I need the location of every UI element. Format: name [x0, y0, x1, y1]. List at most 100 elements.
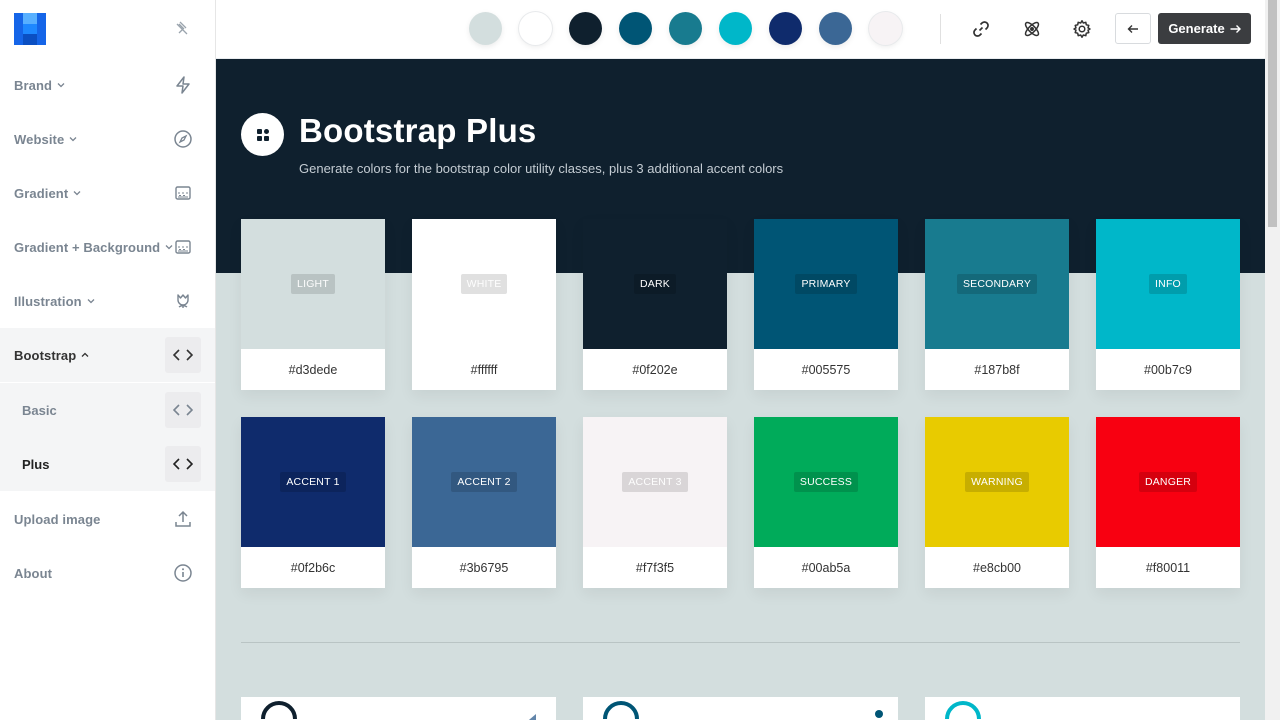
compass-icon: [172, 128, 194, 150]
upload-icon: [172, 508, 194, 530]
color-hex-value: #f7f3f5: [635, 560, 675, 575]
toolbar-divider: [940, 14, 941, 44]
color-card[interactable]: SECONDARY #187b8f: [925, 219, 1069, 390]
color-card[interactable]: DANGER #f80011: [1096, 417, 1240, 588]
color-name-badge: INFO: [1149, 274, 1187, 294]
color-hex-value: #00b7c9: [1144, 362, 1192, 377]
color-card[interactable]: ACCENT 1 #0f2b6c: [241, 417, 385, 588]
back-button[interactable]: [1115, 13, 1151, 44]
color-hex-value: #3b6795: [459, 560, 509, 575]
sidebar-item-upload-image[interactable]: Upload image: [0, 492, 215, 546]
preview-card[interactable]: [583, 697, 898, 720]
pin-icon[interactable]: [175, 20, 191, 36]
sidebar-item-label: Upload image: [14, 511, 101, 527]
color-swatch: ACCENT 2: [412, 417, 556, 547]
palette-dot[interactable]: [869, 12, 902, 45]
chevron-down-icon: [57, 83, 65, 88]
sidebar-item-label: Website: [14, 131, 65, 147]
color-hex-value: #005575: [801, 362, 851, 377]
code-icon: [165, 446, 201, 482]
section-divider: [241, 642, 1240, 643]
arrow-left-icon: [1127, 24, 1138, 33]
palette-dot[interactable]: [619, 12, 652, 45]
color-swatch: ACCENT 1: [241, 417, 385, 547]
palette-dot[interactable]: [669, 12, 702, 45]
page-subtitle: Generate colors for the bootstrap color …: [299, 161, 784, 176]
preview-card-graphic: [603, 701, 883, 720]
color-card[interactable]: ACCENT 3 #f7f3f5: [583, 417, 727, 588]
color-name-badge: DARK: [634, 274, 676, 294]
preview-card-graphic: [945, 701, 981, 720]
generate-button-label: Generate: [1168, 21, 1225, 36]
sidebar-subitem-label: Basic: [22, 402, 57, 418]
sidebar-item-gradient-background[interactable]: Gradient + Background: [0, 220, 215, 274]
generate-button[interactable]: Generate: [1158, 13, 1251, 44]
color-swatch: WARNING: [925, 417, 1069, 547]
sidebar-item-label: Brand: [14, 77, 53, 93]
palette-dot[interactable]: [769, 12, 802, 45]
sidebar-item-label: About: [14, 565, 53, 581]
react-atom-icon[interactable]: [1017, 14, 1047, 44]
sidebar-item-gradient[interactable]: Gradient: [0, 166, 215, 220]
color-name-badge: SUCCESS: [793, 472, 859, 492]
preview-card-graphic: [261, 701, 536, 720]
sidebar-item-label: Gradient + Background: [14, 239, 161, 255]
color-swatch: LIGHT: [241, 219, 385, 349]
gradient-icon: [172, 236, 194, 258]
gear-icon[interactable]: [1067, 14, 1097, 44]
preview-card[interactable]: [925, 697, 1240, 720]
chevron-down-icon: [73, 191, 81, 196]
color-hex-value: #e8cb00: [973, 560, 1021, 575]
color-name-badge: WHITE: [460, 274, 508, 294]
color-name-badge: SECONDARY: [956, 274, 1038, 294]
color-hex-value: #ffffff: [470, 362, 498, 377]
sidebar-item-illustration[interactable]: Illustration: [0, 274, 215, 328]
code-icon: [165, 337, 201, 373]
color-hex-value: #187b8f: [974, 362, 1020, 377]
color-hex-value: #0f202e: [632, 362, 678, 377]
gradient-icon: [172, 182, 194, 204]
color-name-badge: LIGHT: [291, 274, 335, 294]
sidebar-item-bootstrap[interactable]: Bootstrap: [0, 328, 215, 382]
color-card[interactable]: LIGHT #d3dede: [241, 219, 385, 390]
main-content: Bootstrap Plus Generate colors for the b…: [216, 59, 1265, 720]
color-card[interactable]: INFO #00b7c9: [1096, 219, 1240, 390]
color-card[interactable]: DARK #0f202e: [583, 219, 727, 390]
page-title: Bootstrap Plus: [299, 112, 537, 149]
color-swatch: DARK: [583, 219, 727, 349]
sidebar-subitem-plus[interactable]: Plus: [0, 437, 215, 491]
sidebar-subitem-basic[interactable]: Basic: [0, 383, 215, 437]
sidebar-item-website[interactable]: Website: [0, 112, 215, 166]
preview-card[interactable]: [241, 697, 556, 720]
color-swatch: PRIMARY: [754, 219, 898, 349]
color-card[interactable]: WHITE #ffffff: [412, 219, 556, 390]
color-name-badge: ACCENT 1: [280, 472, 346, 492]
color-swatch: SUCCESS: [754, 417, 898, 547]
palette-dot[interactable]: [569, 12, 602, 45]
bolt-icon: [172, 74, 194, 96]
palette-dot[interactable]: [469, 12, 502, 45]
color-swatch: WHITE: [412, 219, 556, 349]
color-swatch: SECONDARY: [925, 219, 1069, 349]
scrollbar-thumb[interactable]: [1268, 0, 1277, 227]
color-card[interactable]: PRIMARY #005575: [754, 219, 898, 390]
color-card[interactable]: ACCENT 2 #3b6795: [412, 417, 556, 588]
code-icon: [165, 392, 201, 428]
color-swatch: DANGER: [1096, 417, 1240, 547]
color-name-badge: ACCENT 3: [622, 472, 688, 492]
palette-dot[interactable]: [819, 12, 852, 45]
scrollbar[interactable]: [1265, 0, 1280, 720]
link-icon[interactable]: [966, 14, 996, 44]
arrow-right-icon: [1230, 24, 1241, 33]
sidebar-item-about[interactable]: About: [0, 546, 215, 600]
flower-icon: [172, 290, 194, 312]
color-card[interactable]: WARNING #e8cb00: [925, 417, 1069, 588]
sidebar-item-brand[interactable]: Brand: [0, 58, 215, 112]
chevron-down-icon: [87, 299, 95, 304]
app-logo[interactable]: [14, 13, 46, 45]
palette-dot[interactable]: [719, 12, 752, 45]
palette-dot[interactable]: [519, 12, 552, 45]
color-name-badge: WARNING: [965, 472, 1029, 492]
color-card[interactable]: SUCCESS #00ab5a: [754, 417, 898, 588]
sidebar: Brand Website Gradient Gradient + Backgr…: [0, 0, 216, 720]
